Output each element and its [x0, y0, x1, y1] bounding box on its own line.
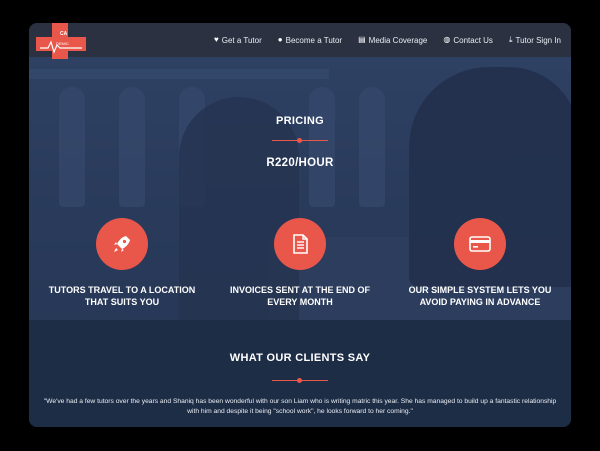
user-icon: ●: [277, 35, 283, 44]
hero-content: PRICING R220/HOUR TUTORS TRAVEL TO A LOC…: [29, 57, 571, 320]
nav-media-coverage[interactable]: ▤ Media Coverage: [358, 36, 427, 45]
pricing-hero: PRICING R220/HOUR TUTORS TRAVEL TO A LOC…: [29, 57, 571, 320]
feature-icon-circle: [274, 218, 326, 270]
feature-text: OUR SIMPLE SYSTEM LETS YOU AVOID PAYING …: [408, 285, 552, 307]
feature-invoices: INVOICES SENT AT THE END OF EVERY MONTH: [210, 202, 390, 308]
testimonials-title: WHAT OUR CLIENTS SAY: [229, 352, 371, 364]
chat-icon: ◍: [443, 35, 451, 44]
nav-label: Get a Tutor: [221, 35, 262, 45]
nav-label: Contact Us: [453, 35, 493, 45]
heart-icon: ♥: [214, 35, 219, 44]
feature-icon-circle: [454, 218, 506, 270]
section-divider: [272, 138, 328, 143]
nav-become-a-tutor[interactable]: ● Become a Tutor: [278, 36, 342, 45]
feature-no-advance: OUR SIMPLE SYSTEM LETS YOU AVOID PAYING …: [390, 202, 570, 308]
feature-icon-circle: [96, 218, 148, 270]
credit-card-icon: [469, 236, 491, 252]
svg-text:DEMIC: DEMIC: [56, 41, 69, 46]
nav-tutor-sign-in[interactable]: ⤓ Tutor Sign In: [509, 36, 561, 45]
nav-get-a-tutor[interactable]: ♥ Get a Tutor: [214, 36, 262, 45]
nav-label: Become a Tutor: [285, 35, 343, 45]
document-icon: [293, 234, 308, 254]
nav-label: Media Coverage: [368, 35, 428, 45]
testimonial-quote: "We've had a few tutors over the years a…: [43, 398, 557, 415]
download-icon: ⤓: [508, 35, 513, 44]
testimonials-section: WHAT OUR CLIENTS SAY "We've had a few tu…: [29, 320, 571, 427]
svg-text:CA: CA: [60, 31, 68, 37]
feature-travel: TUTORS TRAVEL TO A LOCATION THAT SUITS Y…: [32, 202, 212, 308]
newspaper-icon: ▤: [358, 35, 366, 44]
rocket-icon: [114, 236, 130, 252]
price-text: R220/HOUR: [266, 157, 334, 169]
browser-frame: CA DEMIC ♥ Get a Tutor ● Become a Tutor …: [29, 23, 571, 427]
feature-text: TUTORS TRAVEL TO A LOCATION THAT SUITS Y…: [48, 285, 196, 307]
navbar: CA DEMIC ♥ Get a Tutor ● Become a Tutor …: [29, 23, 571, 59]
section-divider: [272, 378, 328, 383]
divider-dot: [297, 378, 302, 383]
divider-dot: [297, 138, 302, 143]
nav-label: Tutor Sign In: [515, 35, 561, 45]
main-nav: ♥ Get a Tutor ● Become a Tutor ▤ Media C…: [214, 23, 561, 57]
nav-contact-us[interactable]: ◍ Contact Us: [443, 36, 493, 45]
feature-text: INVOICES SENT AT THE END OF EVERY MONTH: [229, 285, 370, 307]
logo[interactable]: CA DEMIC: [34, 23, 88, 59]
pricing-title: PRICING: [276, 115, 324, 127]
